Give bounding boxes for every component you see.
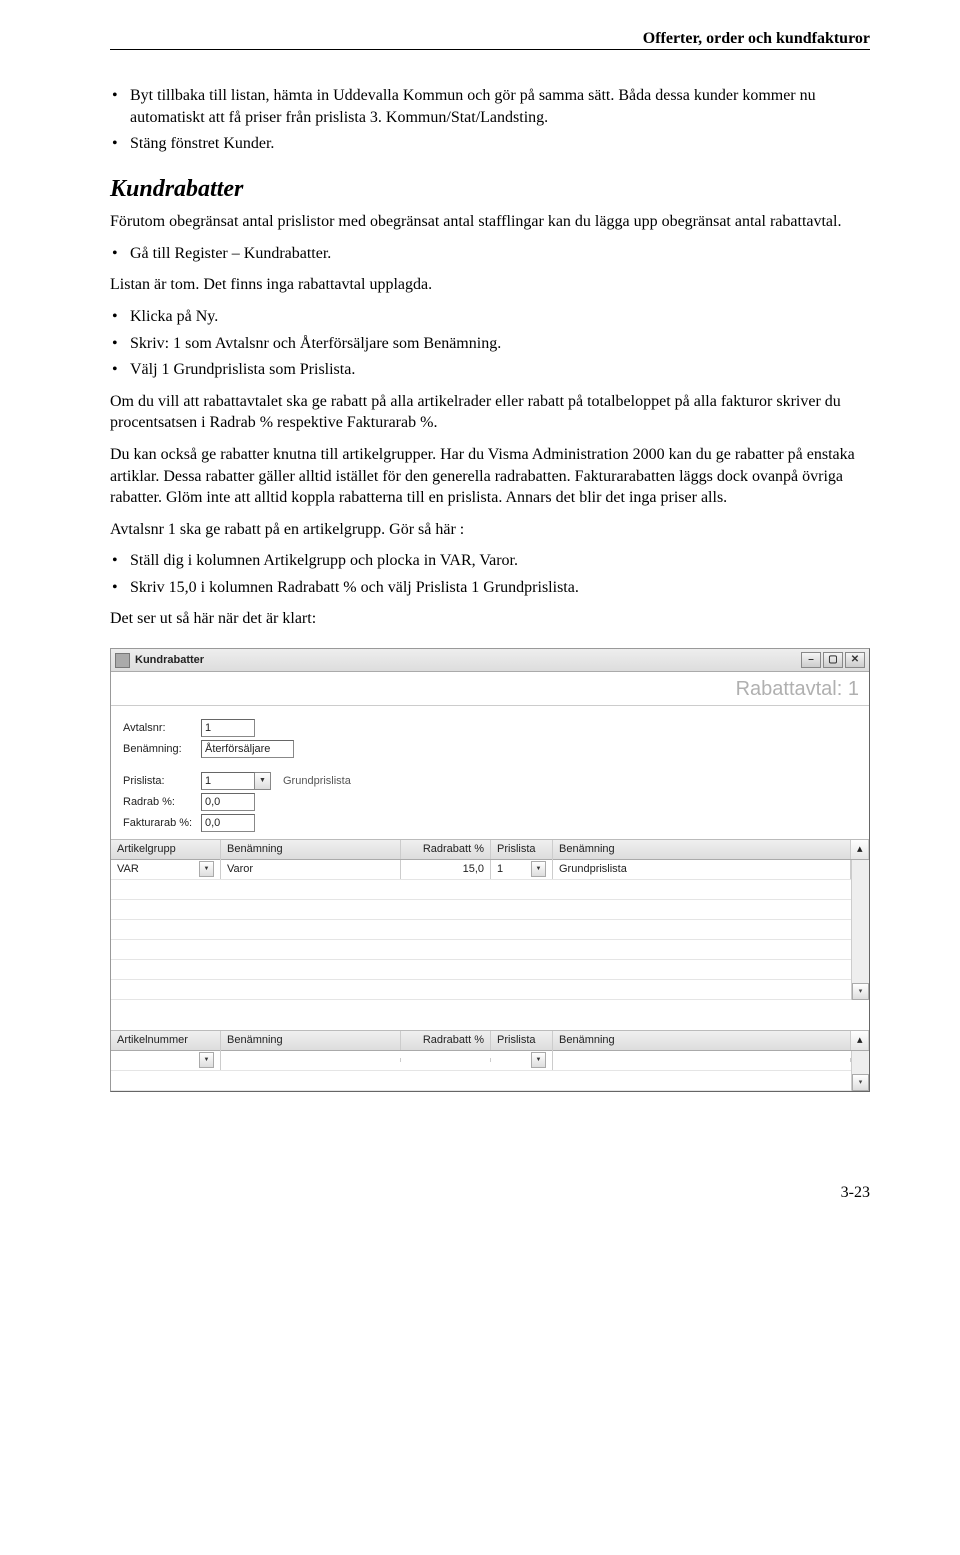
cell-rad: 15,0 xyxy=(401,860,491,879)
dropdown-icon[interactable]: ▼ xyxy=(199,861,214,877)
bullet-group-b: Klicka på Ny. Skriv: 1 som Avtalsnr och … xyxy=(110,306,870,381)
scrollbar[interactable]: ▾ xyxy=(851,860,869,1000)
grid-artikelgrupp[interactable]: Artikelgrupp Benämning Radrabatt % Prisl… xyxy=(111,839,869,1000)
table-row[interactable]: VAR ▼ Varor 15,0 1 ▼ Grundprislista xyxy=(111,860,851,880)
grid-artikelnummer[interactable]: Artikelnummer Benämning Radrabatt % Pris… xyxy=(111,1030,869,1091)
cell-pris: 1 xyxy=(497,862,503,877)
body-text: Byt tillbaka till listan, hämta in Uddev… xyxy=(110,85,870,1203)
col-header[interactable]: Benämning xyxy=(553,840,851,859)
table-row[interactable] xyxy=(111,960,851,980)
bullet-item: Välj 1 Grundprislista som Prislista. xyxy=(110,359,870,381)
form-area: Avtalsnr: 1 Benämning: Återförsäljare Pr… xyxy=(111,706,869,839)
col-header[interactable]: Prislista xyxy=(491,1031,553,1050)
page-number: 3-23 xyxy=(110,1182,870,1204)
subheader: Rabattavtal: 1 xyxy=(111,672,869,706)
input-fakturarab[interactable]: 0,0 xyxy=(201,814,255,832)
scroll-up-icon[interactable]: ▴ xyxy=(851,1031,869,1050)
maximize-button[interactable]: ▢ xyxy=(823,652,843,668)
bullet-item: Gå till Register – Kundrabatter. xyxy=(110,243,870,265)
label-benamning: Benämning: xyxy=(123,742,201,757)
cell-ben2: Grundprislista xyxy=(553,860,851,879)
input-prislista[interactable]: 1 xyxy=(201,772,255,790)
col-header[interactable]: Radrabatt % xyxy=(401,1031,491,1050)
label-radrab: Radrab %: xyxy=(123,795,201,810)
prislista-name: Grundprislista xyxy=(283,774,351,789)
minimize-button[interactable]: – xyxy=(801,652,821,668)
close-button[interactable]: ✕ xyxy=(845,652,865,668)
bullet-item: Skriv 15,0 i kolumnen Radrabatt % och vä… xyxy=(110,577,870,599)
bullet-item: Klicka på Ny. xyxy=(110,306,870,328)
scroll-up-icon[interactable]: ▴ xyxy=(851,840,869,859)
cell-art: VAR xyxy=(117,862,139,877)
table-row[interactable]: ▼ ▼ xyxy=(111,1051,851,1071)
dropdown-icon[interactable]: ▼ xyxy=(199,1052,214,1068)
window-title: Kundrabatter xyxy=(135,653,204,668)
dropdown-icon[interactable]: ▼ xyxy=(531,861,546,877)
table-row[interactable] xyxy=(111,900,851,920)
scroll-down-icon[interactable]: ▾ xyxy=(852,1074,869,1091)
table-row[interactable] xyxy=(111,920,851,940)
table-row[interactable] xyxy=(111,940,851,960)
paragraph: Om du vill att rabattavtalet ska ge raba… xyxy=(110,391,870,434)
bullet-item: Ställ dig i kolumnen Artikelgrupp och pl… xyxy=(110,550,870,572)
dropdown-icon[interactable]: ▼ xyxy=(531,1052,546,1068)
scroll-down-icon[interactable]: ▾ xyxy=(852,983,869,1000)
label-prislista: Prislista: xyxy=(123,774,201,789)
window-kundrabatter: Kundrabatter – ▢ ✕ Rabattavtal: 1 Avtals… xyxy=(110,648,870,1092)
scrollbar[interactable]: ▾ xyxy=(851,1051,869,1091)
bullet-group-1: Byt tillbaka till listan, hämta in Uddev… xyxy=(110,85,870,155)
dropdown-icon[interactable]: ▼ xyxy=(255,772,271,790)
col-header[interactable]: Artikelnummer xyxy=(111,1031,221,1050)
paragraph: Avtalsnr 1 ska ge rabatt på en artikelgr… xyxy=(110,519,870,541)
page-header: Offerter, order och kundfakturor xyxy=(110,30,870,50)
col-header[interactable]: Benämning xyxy=(553,1031,851,1050)
label-fakturarab: Fakturarab %: xyxy=(123,816,201,831)
cell-ben: Varor xyxy=(221,860,401,879)
col-header[interactable]: Benämning xyxy=(221,1031,401,1050)
paragraph: Du kan också ge rabatter knutna till art… xyxy=(110,444,870,509)
paragraph: Det ser ut så här när det är klart: xyxy=(110,608,870,630)
bullet-item: Byt tillbaka till listan, hämta in Uddev… xyxy=(110,85,870,128)
bullet-item: Stäng fönstret Kunder. xyxy=(110,133,870,155)
bullet-group-a: Gå till Register – Kundrabatter. xyxy=(110,243,870,265)
bullet-group-c: Ställ dig i kolumnen Artikelgrupp och pl… xyxy=(110,550,870,598)
label-avtalsnr: Avtalsnr: xyxy=(123,721,201,736)
col-header[interactable]: Prislista xyxy=(491,840,553,859)
col-header[interactable]: Artikelgrupp xyxy=(111,840,221,859)
app-icon xyxy=(115,653,130,668)
col-header[interactable]: Radrabatt % xyxy=(401,840,491,859)
table-row[interactable] xyxy=(111,980,851,1000)
paragraph: Listan är tom. Det finns inga rabattavta… xyxy=(110,274,870,296)
input-benamning[interactable]: Återförsäljare xyxy=(201,740,294,758)
bullet-item: Skriv: 1 som Avtalsnr och Återförsäljare… xyxy=(110,333,870,355)
paragraph: Förutom obegränsat antal prislistor med … xyxy=(110,211,870,233)
input-radrab[interactable]: 0,0 xyxy=(201,793,255,811)
section-heading: Kundrabatter xyxy=(110,173,870,205)
table-row[interactable] xyxy=(111,1071,851,1091)
col-header[interactable]: Benämning xyxy=(221,840,401,859)
input-avtalsnr[interactable]: 1 xyxy=(201,719,255,737)
table-row[interactable] xyxy=(111,880,851,900)
titlebar[interactable]: Kundrabatter – ▢ ✕ xyxy=(111,649,869,672)
